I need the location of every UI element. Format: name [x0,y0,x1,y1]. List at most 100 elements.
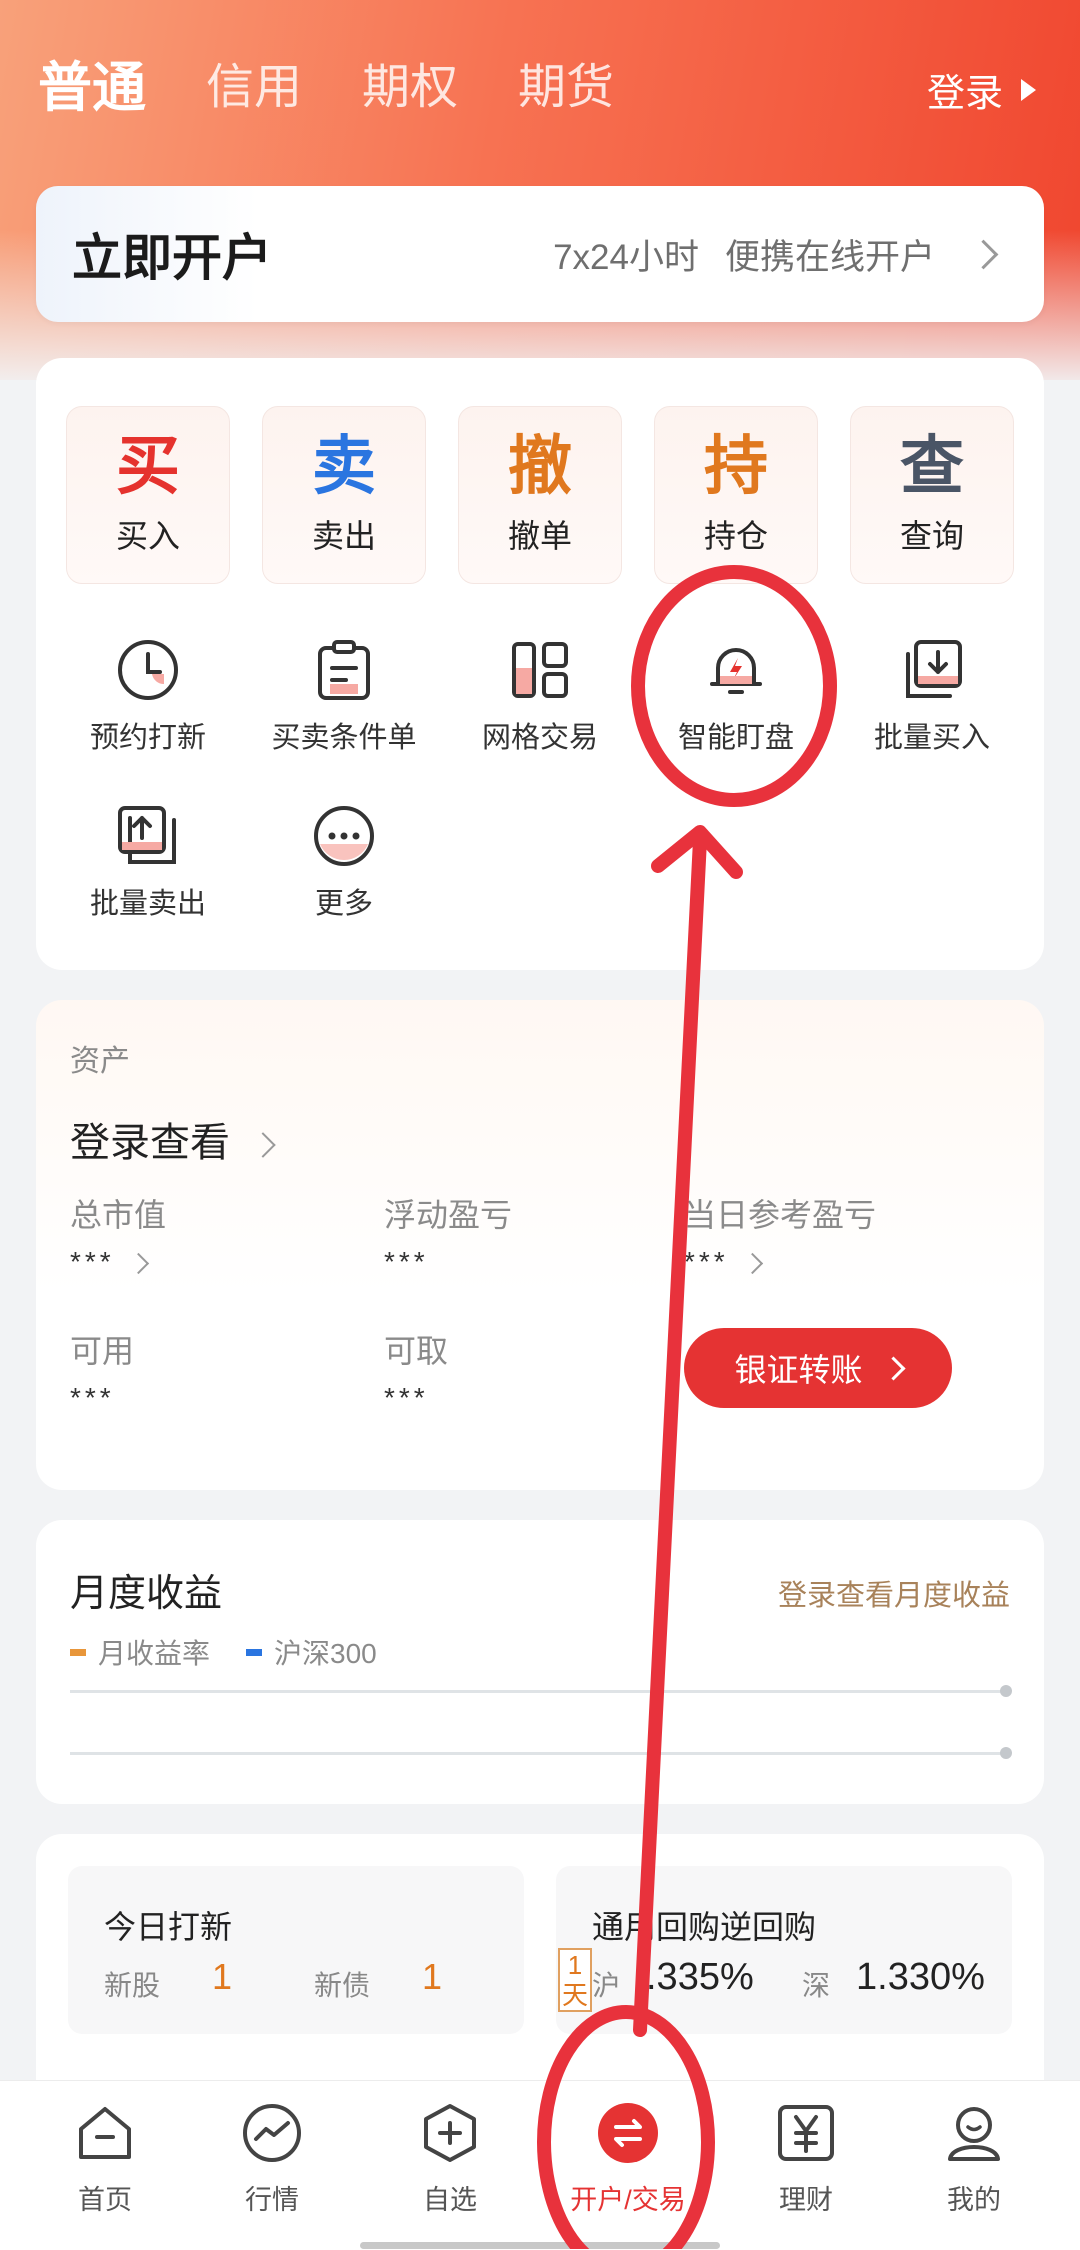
monthly-title: 月度收益 [70,1573,223,1615]
bank-transfer-button[interactable]: 银证转账 [684,1328,952,1408]
tab-credit[interactable]: 信用 [206,52,302,124]
assets-login-link[interactable]: 登录查看 [70,1110,276,1168]
more-item[interactable]: 更多 [244,804,444,922]
floating-pl-value: *** [384,1246,429,1277]
ipo-today-card[interactable]: 今日打新 新股 1 新债 1 [68,1866,524,2034]
yuan-icon [778,2105,834,2161]
sell-glyph: 卖 [312,430,376,502]
ipo-reservation-item[interactable]: 预约打新 [48,638,248,756]
clipboard-icon [318,640,370,700]
bottom-navigation: 首页 行情 自选 开户/交易 理财 我的 [0,2080,1080,2250]
nav-home-label: 首页 [78,2185,132,2215]
positions-button[interactable]: 持 持仓 [654,406,818,584]
ipo-reservation-label: 预约打新 [89,722,206,754]
batch-sell-item[interactable]: 批量卖出 [48,804,248,922]
daily-pl-text: *** [684,1246,729,1277]
withdrawable-label: 可取 [384,1333,449,1369]
query-label: 查询 [899,518,964,554]
batch-buy-label: 批量买入 [873,722,990,754]
cancel-glyph: 撤 [508,430,572,502]
positions-glyph: 持 [704,430,768,502]
daily-pl-label: 当日参考盈亏 [684,1197,877,1233]
repo-sz-rate: 1.330% [856,1956,985,1998]
more-icon [314,806,374,866]
nav-watchlist[interactable]: 自选 [360,2101,540,2217]
nav-watchlist-label: 自选 [423,2185,477,2215]
reverse-repo-card[interactable]: 通用回购逆回购 1天 沪 .335% 深 1.330% [556,1866,1012,2034]
more-label: 更多 [314,888,373,920]
play-arrow-icon [1021,78,1036,101]
chevron-right-icon [250,1132,276,1159]
available-label: 可用 [70,1333,135,1369]
user-icon [948,2107,1000,2161]
add-hexagon-icon [424,2104,476,2162]
open-account-banner[interactable]: 立即开户 7x24小时 便携在线开户 [36,186,1044,322]
nav-trade-label: 开户/交易 [570,2185,686,2215]
sell-label: 卖出 [311,518,376,554]
nav-market-label: 行情 [245,2185,299,2215]
ipo-bond-count: 1 [422,1956,443,1997]
nav-home[interactable]: 首页 [15,2101,195,2217]
batch-buy-icon [906,640,962,698]
monthly-login-link[interactable]: 登录查看月度收益 [778,1572,1010,1614]
login-button[interactable]: 登录 [927,62,1036,117]
conditional-order-item[interactable]: 买卖条件单 [244,638,444,756]
buy-button[interactable]: 买 买入 [66,406,230,584]
nav-wealth-label: 理财 [779,2185,833,2215]
query-button[interactable]: 查 查询 [850,406,1014,584]
bank-transfer-label: 银证转账 [734,1352,863,1388]
nav-wealth[interactable]: 理财 [716,2101,896,2217]
ipo-title: 今日打新 [104,1909,233,1945]
open-account-hours: 7x24小时 [553,237,699,277]
query-glyph: 查 [900,430,964,502]
batch-buy-item[interactable]: 批量买入 [832,638,1032,756]
repo-sh-rate: .335% [646,1956,754,1998]
chart-line-top [70,1690,1006,1693]
total-market-value[interactable]: *** [70,1246,149,1278]
nav-market[interactable]: 行情 [182,2101,362,2217]
floating-pl-label: 浮动盈亏 [384,1197,513,1233]
home-icon [79,2107,131,2159]
monthly-income-card: 月度收益 登录查看月度收益 月收益率 沪深300 [36,1520,1044,1804]
withdrawable-value: *** [384,1382,429,1413]
tab-options[interactable]: 期权 [362,52,458,124]
nav-profile[interactable]: 我的 [884,2101,1064,2217]
batch-sell-icon [118,806,176,864]
nav-trade[interactable]: 开户/交易 [538,2101,718,2217]
cancel-label: 撤单 [507,518,572,554]
open-account-desc: 便携在线开户 [724,237,935,277]
clock-icon [118,640,178,700]
account-type-tabs: 普通 信用 期权 期货 [38,52,674,124]
batch-sell-label: 批量卖出 [89,888,206,920]
trend-icon [243,2104,301,2162]
daily-pl-value[interactable]: *** [684,1246,763,1278]
chart-dot [1000,1685,1012,1697]
available-value: *** [70,1382,115,1413]
buy-label: 买入 [115,518,180,554]
exchange-icon [598,2103,658,2163]
trade-card: 买 买入 卖 卖出 撤 撤单 持 持仓 查 查询 预约打新 买卖条件单 网格交易… [36,358,1044,970]
tab-futures[interactable]: 期货 [518,52,614,124]
chart-line-bottom [70,1752,1006,1755]
positions-label: 持仓 [703,518,768,554]
legend-swatch-monthly [70,1648,86,1656]
cancel-order-button[interactable]: 撤 撤单 [458,406,622,584]
assets-card: 资产 登录查看 总市值 *** 浮动盈亏 *** 当日参考盈亏 *** 可用 *… [36,1000,1044,1490]
smart-watch-label: 智能盯盘 [677,722,794,754]
ipo-stock-count: 1 [212,1956,233,1997]
repo-sh-label: 沪 [592,1970,621,2001]
total-market-value-text: *** [70,1246,115,1277]
repo-sz-label: 深 [802,1970,831,2001]
chevron-right-icon [968,239,999,269]
login-label: 登录 [926,73,1003,115]
assets-login-label: 登录查看 [70,1121,230,1165]
chevron-right-icon [127,1253,149,1275]
chevron-right-icon [880,1355,906,1381]
tab-normal[interactable]: 普通 [38,52,146,124]
total-market-value-label: 总市值 [70,1197,167,1233]
grid-trading-item[interactable]: 网格交易 [440,638,640,756]
smart-watch-item[interactable]: 智能盯盘 [636,638,836,756]
repo-term-tag: 1天 [558,1948,592,2012]
sell-button[interactable]: 卖 卖出 [262,406,426,584]
legend-monthly-label: 月收益率 [98,1638,211,1669]
